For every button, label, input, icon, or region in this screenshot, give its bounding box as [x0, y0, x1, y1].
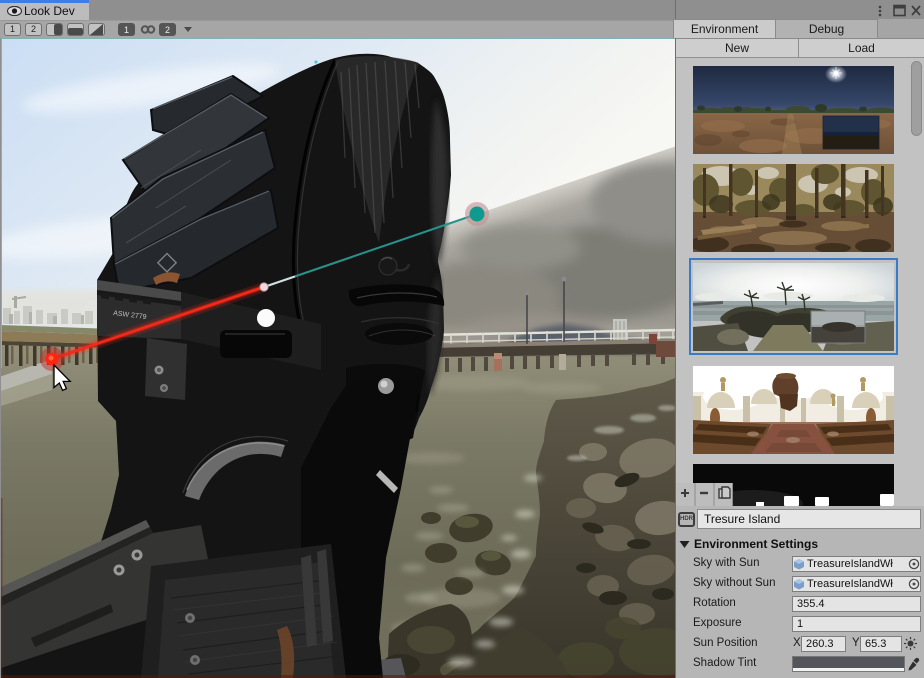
svg-text:1: 1 [124, 25, 129, 35]
svg-text:2: 2 [165, 25, 170, 35]
